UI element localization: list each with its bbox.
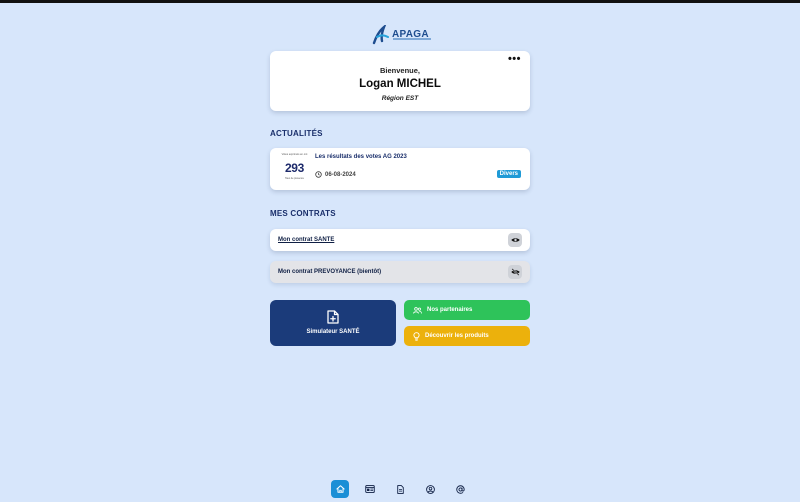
simulator-label: Simulateur SANTÉ <box>306 329 360 335</box>
products-label: Découvrir les produits <box>425 333 489 339</box>
user-region: Région EST <box>381 95 419 102</box>
eye-off-icon <box>508 265 522 279</box>
more-dots-icon[interactable]: ••• <box>508 53 521 65</box>
news-date: 06-08-2024 <box>325 171 356 178</box>
document-icon <box>396 484 404 494</box>
home-icon <box>335 485 345 493</box>
news-thumb-number: 293 <box>284 161 305 175</box>
apaga-logo: APAGA <box>372 24 432 46</box>
news-section-title: ACTUALITÉS <box>270 129 323 138</box>
news-icon <box>365 485 375 493</box>
welcome-card: ••• Bienvenue, Logan MICHEL Région EST <box>270 51 530 111</box>
news-category-badge: Divers <box>496 170 521 178</box>
file-plus-icon <box>327 310 339 329</box>
eye-icon[interactable] <box>508 233 522 247</box>
news-title: Les résultats des votes AG 2023 <box>315 154 407 160</box>
lightbulb-icon <box>413 331 420 341</box>
contract-sante[interactable]: Mon contrat SANTE <box>270 229 530 251</box>
nav-profile[interactable] <box>421 480 439 498</box>
user-name: Logan MICHEL <box>359 78 441 90</box>
contract-prevoyance-label: Mon contrat PREVOYANCE (bientôt) <box>278 269 382 275</box>
contract-sante-label[interactable]: Mon contrat SANTE <box>278 237 334 243</box>
top-bar <box>0 0 800 3</box>
news-thumb-top: Votes exprimés en ont <box>281 153 308 156</box>
news-date-row: 06-08-2024 <box>315 171 356 178</box>
news-thumb-bottom: Taux de présence <box>285 177 304 180</box>
nav-documents[interactable] <box>391 480 409 498</box>
nav-contact[interactable] <box>451 480 469 498</box>
partners-button[interactable]: Nos partenaires <box>404 300 530 320</box>
bottom-navigation <box>331 480 469 498</box>
apaga-logo-icon <box>372 25 389 45</box>
products-button[interactable]: Découvrir les produits <box>404 326 530 346</box>
contract-prevoyance: Mon contrat PREVOYANCE (bientôt) <box>270 261 530 283</box>
nav-home[interactable] <box>331 480 349 498</box>
partners-label: Nos partenaires <box>427 307 473 313</box>
user-circle-icon <box>425 484 435 494</box>
news-thumbnail: Votes exprimés en ont 293 Taux de présen… <box>276 153 313 185</box>
simulator-sante-button[interactable]: Simulateur SANTÉ <box>270 300 396 346</box>
welcome-greeting: Bienvenue, <box>379 66 420 75</box>
contracts-section-title: MES CONTRATS <box>270 209 336 218</box>
nav-news[interactable] <box>361 480 379 498</box>
news-item[interactable]: Votes exprimés en ont 293 Taux de présen… <box>270 148 530 190</box>
users-icon <box>413 306 422 314</box>
at-sign-icon <box>455 484 465 494</box>
brand-tagline-bar <box>393 38 431 40</box>
clock-icon <box>315 171 322 178</box>
